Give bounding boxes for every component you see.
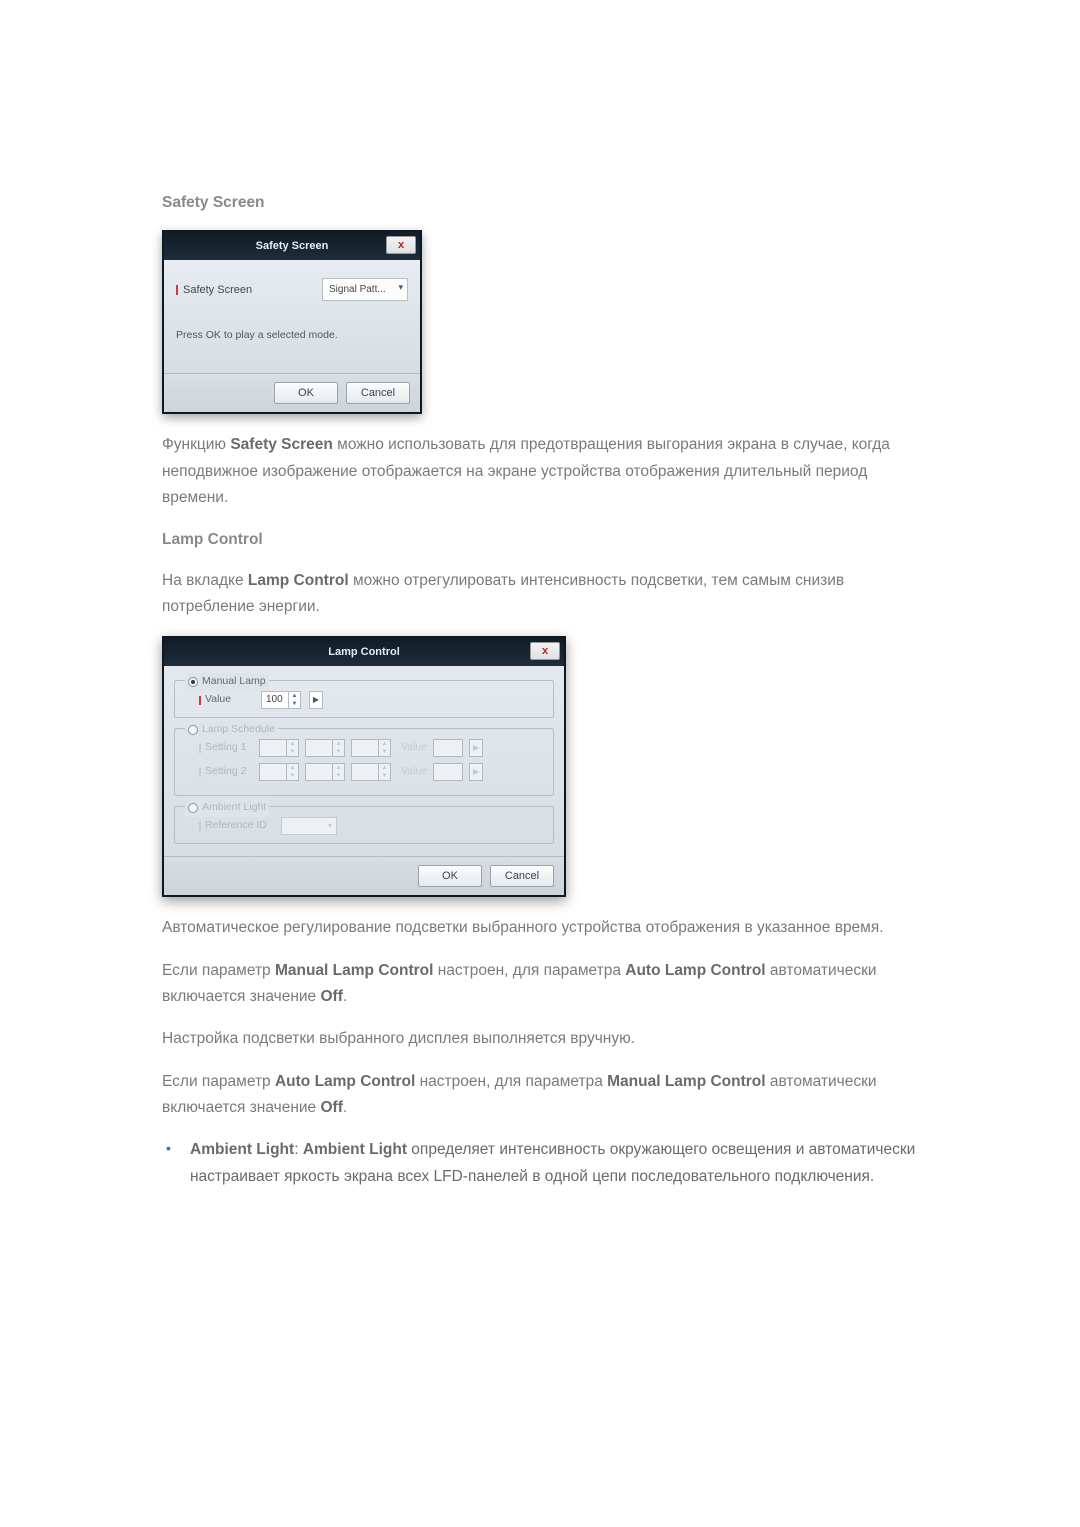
bold-safety-screen: Safety Screen (230, 436, 333, 453)
setting2-value-spinner (433, 763, 463, 781)
dialog-message: Press OK to play a selected mode. (176, 321, 408, 359)
safety-screen-dialog: Safety Screen x Safety Screen Signal Pat… (162, 230, 422, 414)
schedule-row-1: Setting 1 ▲▼ ▲▼ ▲▼ Value ▶ (199, 739, 543, 757)
lamp-control-intro: На вкладке Lamp Control можно отрегулиро… (162, 568, 925, 621)
dialog-titlebar: Lamp Control x (164, 638, 564, 666)
cancel-button[interactable]: Cancel (490, 865, 554, 887)
radio-icon[interactable] (188, 803, 198, 813)
dialog-footer: OK Cancel (164, 856, 564, 895)
value-label: Value (401, 739, 427, 757)
bold-auto-lamp-control: Auto Lamp Control (275, 1073, 415, 1090)
safety-screen-field-label: Safety Screen (176, 281, 322, 300)
schedule-row-2: Setting 2 ▲▼ ▲▼ ▲▼ Value ▶ (199, 763, 543, 781)
ambient-light-bullet: Ambient Light: Ambient Light определяет … (162, 1137, 925, 1190)
dialog-title: Safety Screen (256, 240, 329, 252)
manual-lamp-group: Manual Lamp Value 100 ▲▼ ▶ (174, 680, 554, 718)
safety-screen-dropdown[interactable]: Signal Patt... (322, 278, 408, 301)
bold-manual-lamp-control: Manual Lamp Control (607, 1073, 765, 1090)
value-spinner[interactable]: 100 ▲▼ (261, 691, 301, 709)
radio-icon[interactable] (188, 677, 198, 687)
text: На вкладке (162, 572, 248, 589)
ambient-light-group: Ambient Light Reference ID (174, 806, 554, 844)
manual-adjust-description: Настройка подсветки выбранного дисплея в… (162, 1026, 925, 1052)
heading-safety-screen: Safety Screen (162, 190, 925, 216)
reference-id-dropdown (281, 817, 337, 835)
close-button[interactable]: x (386, 236, 416, 254)
manual-to-auto-note: Если параметр Manual Lamp Control настро… (162, 958, 925, 1011)
setting1-hour-spinner: ▲▼ (259, 739, 299, 757)
dialog-title: Lamp Control (328, 646, 400, 658)
dialog-titlebar: Safety Screen x (164, 232, 420, 260)
legend-text: Manual Lamp (202, 673, 266, 691)
close-button[interactable]: x (530, 642, 560, 660)
reference-id-label: Reference ID (199, 817, 273, 835)
slider-next-button: ▶ (469, 763, 483, 781)
spinner-arrows-icon[interactable]: ▲▼ (288, 692, 300, 708)
bold-ambient-light: Ambient Light (303, 1141, 407, 1158)
text: . (343, 988, 347, 1005)
ok-button[interactable]: OK (274, 382, 338, 404)
bold-ambient-light: Ambient Light (190, 1141, 294, 1158)
slider-next-button[interactable]: ▶ (309, 691, 323, 709)
bold-manual-lamp-control: Manual Lamp Control (275, 962, 433, 979)
legend-text: Lamp Schedule (202, 721, 275, 739)
radio-icon[interactable] (188, 725, 198, 735)
lamp-schedule-legend[interactable]: Lamp Schedule (185, 721, 278, 739)
text: настроен, для параметра (415, 1073, 607, 1090)
setting-2-label: Setting 2 (199, 763, 253, 781)
auto-adjust-description: Автоматическое регулирование подсветки в… (162, 915, 925, 941)
text: Если параметр (162, 962, 275, 979)
safety-screen-description: Функцию Safety Screen можно использовать… (162, 432, 925, 511)
value-label: Value (401, 763, 427, 781)
spinner-value: 100 (266, 694, 283, 705)
text: настроен, для параметра (433, 962, 625, 979)
setting2-ampm-spinner: ▲▼ (351, 763, 391, 781)
dialog-footer: OK Cancel (164, 373, 420, 412)
ok-button[interactable]: OK (418, 865, 482, 887)
cancel-button[interactable]: Cancel (346, 382, 410, 404)
bullet-list: Ambient Light: Ambient Light определяет … (162, 1137, 925, 1190)
manual-lamp-legend[interactable]: Manual Lamp (185, 673, 269, 691)
setting2-hour-spinner: ▲▼ (259, 763, 299, 781)
lamp-control-dialog: Lamp Control x Manual Lamp Value 100 ▲▼ … (162, 636, 566, 897)
text: Если параметр (162, 1073, 275, 1090)
setting2-min-spinner: ▲▼ (305, 763, 345, 781)
text: . (343, 1099, 347, 1116)
slider-next-button: ▶ (469, 739, 483, 757)
text: Функцию (162, 436, 230, 453)
text: : (294, 1141, 303, 1158)
setting1-ampm-spinner: ▲▼ (351, 739, 391, 757)
heading-lamp-control: Lamp Control (162, 527, 925, 553)
dialog-body: Safety Screen Signal Patt... Press OK to… (164, 260, 420, 373)
auto-to-manual-note: Если параметр Auto Lamp Control настроен… (162, 1069, 925, 1122)
bold-off: Off (320, 988, 342, 1005)
bold-off: Off (320, 1099, 342, 1116)
ambient-light-legend[interactable]: Ambient Light (185, 799, 269, 817)
setting1-min-spinner: ▲▼ (305, 739, 345, 757)
bold-lamp-control: Lamp Control (248, 572, 349, 589)
setting-1-label: Setting 1 (199, 739, 253, 757)
legend-text: Ambient Light (202, 799, 266, 817)
lamp-schedule-group: Lamp Schedule Setting 1 ▲▼ ▲▼ ▲▼ Value ▶… (174, 728, 554, 796)
value-label: Value (199, 691, 253, 709)
setting1-value-spinner (433, 739, 463, 757)
bold-auto-lamp-control: Auto Lamp Control (625, 962, 765, 979)
